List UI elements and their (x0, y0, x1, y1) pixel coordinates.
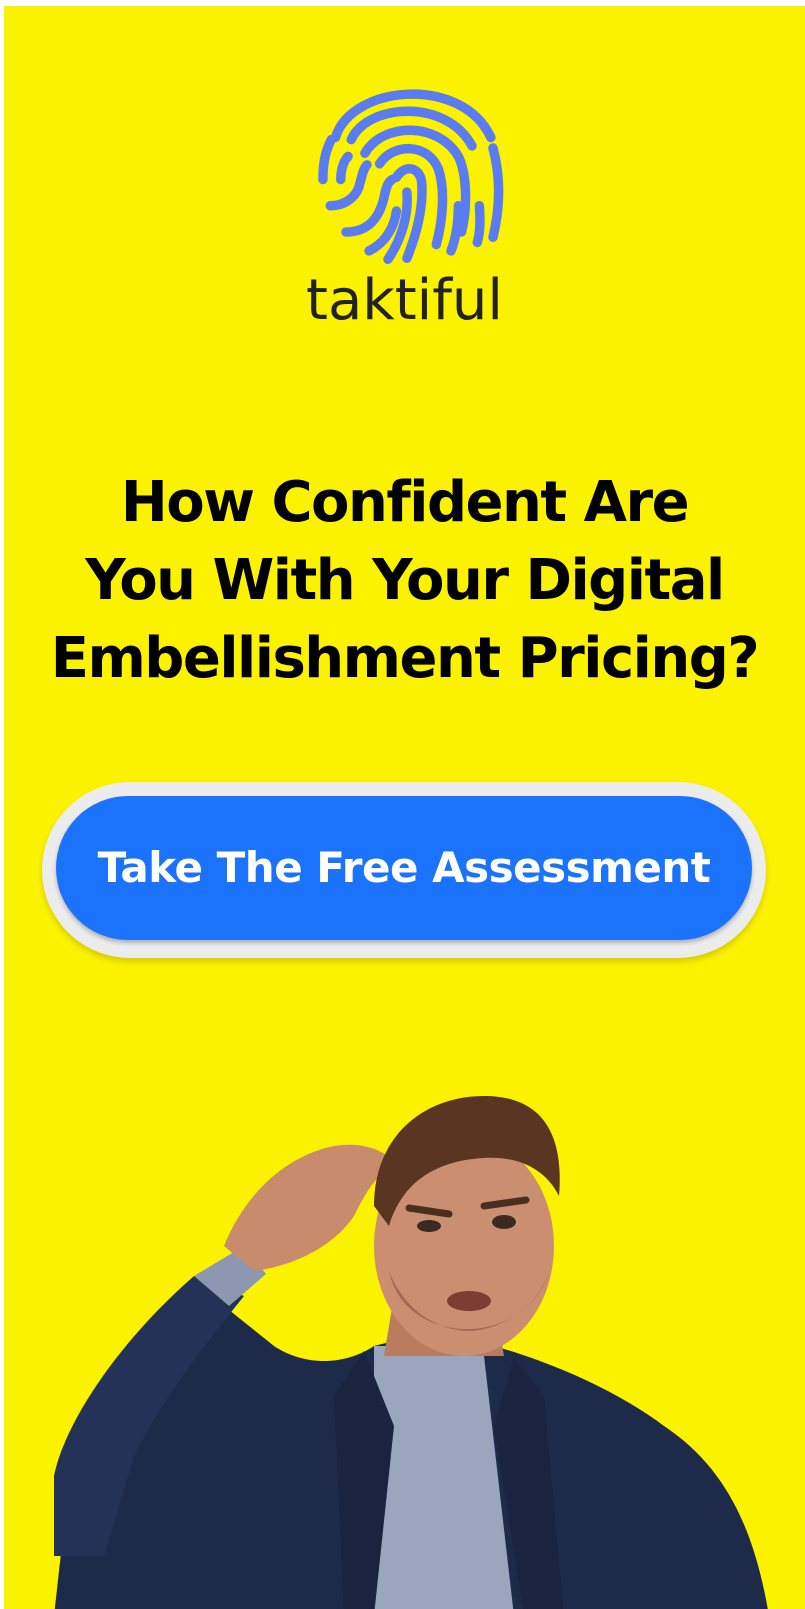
confused-man-photo (54, 1096, 768, 1609)
headline-line-2: You With Your Digital (85, 548, 725, 613)
headline: How Confident Are You With Your Digital … (24, 464, 785, 698)
brand-wordmark: taktiful (306, 268, 503, 333)
fingerprint-icon (318, 89, 504, 265)
headline-line-3: Embellishment Pricing? (50, 626, 760, 691)
cta-button-frame: Take The Free Assessment (42, 782, 766, 958)
headline-line-1: How Confident Are (120, 470, 690, 535)
ad-banner[interactable]: taktiful How Confident Are You With Your… (4, 6, 805, 1609)
take-assessment-button[interactable]: Take The Free Assessment (56, 796, 752, 940)
